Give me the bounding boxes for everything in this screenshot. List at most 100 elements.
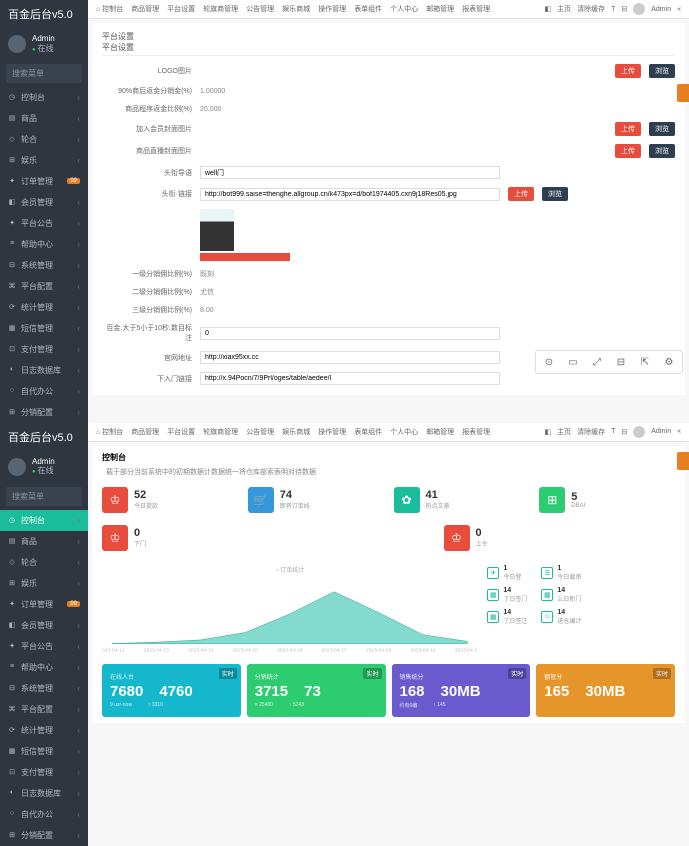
tab-item[interactable]: 个人中心 — [390, 4, 418, 14]
sidebar-item-2[interactable]: ◇轮合 — [0, 552, 88, 573]
value-r3: 20.000 — [200, 106, 675, 113]
nav-search-2[interactable]: 搜索菜单 — [6, 487, 82, 506]
tab-item[interactable]: 平台设置 — [167, 4, 195, 14]
tab-item[interactable]: ⌂ 控制台 — [96, 427, 123, 437]
tab-item[interactable]: 表单组件 — [354, 4, 382, 14]
tab-item[interactable]: 轮旗商管理 — [203, 427, 238, 437]
preview-button[interactable]: 浏览 — [649, 64, 675, 78]
float-action-icon[interactable]: ⚙ — [662, 355, 676, 369]
sidebar-item-13[interactable]: ◐日志数据库 — [0, 360, 88, 381]
preview-button-3[interactable]: 浏览 — [649, 144, 675, 158]
sidebar-item-1[interactable]: ▤商品 — [0, 531, 88, 552]
sidebar-item-5[interactable]: ◧会员管理 — [0, 615, 88, 636]
tab-item[interactable]: 公告管理 — [246, 4, 274, 14]
topbar-avatar-2[interactable] — [633, 426, 645, 438]
float-action-icon[interactable]: ▭ — [566, 355, 580, 369]
tab-item[interactable]: 报表管理 — [462, 427, 490, 437]
sidebar-item-7[interactable]: ≡帮助中心 — [0, 234, 88, 255]
tb-user[interactable]: Admin — [651, 6, 671, 13]
sidebar-item-14[interactable]: ○自代办公 — [0, 381, 88, 402]
sidebar-item-9[interactable]: ⌘平台配置 — [0, 699, 88, 720]
nav-label: 轮合 — [21, 134, 37, 145]
sidebar-item-2[interactable]: ◇ 轮合 — [0, 129, 88, 150]
float-action-icon[interactable]: ⤢ — [590, 355, 604, 369]
sidebar-item-12[interactable]: ⊡支付管理 — [0, 762, 88, 783]
tb-flag-icon-2[interactable]: ⊟ — [621, 428, 627, 436]
stat-label: 上令 — [476, 539, 488, 548]
sidebar-item-6[interactable]: ✦平台公告 — [0, 213, 88, 234]
tb-flag-icon[interactable]: ⊟ — [621, 5, 627, 13]
input-r11[interactable] — [200, 327, 500, 340]
nav-icon: ◇ — [8, 135, 16, 143]
chevron-icon — [77, 537, 80, 546]
sidebar-item-13[interactable]: ◐日志数据库 — [0, 783, 88, 804]
upload-button-3[interactable]: 上传 — [615, 144, 641, 158]
sidebar-item-15[interactable]: ⊞分销配置 — [0, 402, 88, 423]
tab-item[interactable]: 轮旗商管理 — [203, 4, 238, 14]
nav-search[interactable]: 搜索菜单 — [6, 64, 82, 83]
sidebar-item-12[interactable]: ⊡支付管理 — [0, 339, 88, 360]
tab-item[interactable]: 平台设置 — [167, 427, 195, 437]
sidebar-item-6[interactable]: ✦平台公告 — [0, 636, 88, 657]
tab-item[interactable]: 操作管理 — [318, 4, 346, 14]
input-r6[interactable] — [200, 166, 500, 179]
float-action-icon[interactable]: ⇱ — [638, 355, 652, 369]
sidebar-item-11[interactable]: ▦短信管理 — [0, 318, 88, 339]
float-action-icon[interactable]: ⊟ — [614, 355, 628, 369]
upload-button-2[interactable]: 上传 — [615, 122, 641, 136]
sidebar-item-1[interactable]: ▤商品 — [0, 108, 88, 129]
tab-item[interactable]: 娱乐商城 — [282, 427, 310, 437]
tab-item[interactable]: 娱乐商城 — [282, 4, 310, 14]
upload-button-4[interactable]: 上传 — [508, 187, 534, 201]
tab-item[interactable]: 报表管理 — [462, 4, 490, 14]
tb-icon-2[interactable]: ◧ — [544, 428, 551, 436]
upload-button[interactable]: 上传 — [615, 64, 641, 78]
tab-item[interactable]: 商品管理 — [131, 4, 159, 14]
confirm-button[interactable] — [200, 253, 290, 261]
sidebar-item-5[interactable]: ◧会员管理 — [0, 192, 88, 213]
tb-clear-2[interactable]: 清除缓存 — [577, 427, 605, 437]
input-r7[interactable] — [200, 188, 500, 201]
sidebar-item-3[interactable]: ⊞娱乐 — [0, 150, 88, 171]
tb-home[interactable]: 主页 — [557, 4, 571, 14]
tb-home-2[interactable]: 主页 — [557, 427, 571, 437]
tab-item[interactable]: 商品管理 — [131, 427, 159, 437]
float-action-icon[interactable]: ⊙ — [542, 355, 556, 369]
tab-item[interactable]: 公告管理 — [246, 427, 274, 437]
input-r12[interactable] — [200, 351, 500, 364]
tb-t-icon-2[interactable]: T — [611, 428, 615, 435]
edge-tab-icon-2[interactable] — [677, 452, 689, 470]
sidebar-item-4[interactable]: ✦订单管理99 — [0, 171, 88, 192]
tab-item[interactable]: ⌂ 控制台 — [96, 4, 123, 14]
preview-button-2[interactable]: 浏览 — [649, 122, 675, 136]
tb-user-2[interactable]: Admin — [651, 428, 671, 435]
preview-button-4[interactable]: 浏览 — [542, 187, 568, 201]
sidebar-item-9[interactable]: ⌘平台配置 — [0, 276, 88, 297]
sidebar-item-10[interactable]: ⟳统计管理 — [0, 297, 88, 318]
tb-icon[interactable]: ◧ — [544, 5, 551, 13]
input-r13[interactable] — [200, 372, 500, 385]
nav-icon: ⌘ — [8, 705, 16, 713]
sidebar-item-8[interactable]: ⊟系统管理 — [0, 255, 88, 276]
sidebar-item-4[interactable]: ✦订单管理99 — [0, 594, 88, 615]
sidebar-item-3[interactable]: ⊞娱乐 — [0, 573, 88, 594]
sidebar-item-10[interactable]: ⟳统计管理 — [0, 720, 88, 741]
sidebar-item-7[interactable]: ≡帮助中心 — [0, 657, 88, 678]
tab-item[interactable]: 表单组件 — [354, 427, 382, 437]
tab-item[interactable]: 邮箱管理 — [426, 427, 454, 437]
sidebar-item-0[interactable]: ◷控制台 — [0, 87, 88, 108]
sidebar-item-15[interactable]: ⊞分销配置 — [0, 825, 88, 846]
tb-more-icon[interactable]: « — [677, 6, 681, 13]
tb-t-icon[interactable]: T — [611, 6, 615, 13]
tab-item[interactable]: 邮箱管理 — [426, 4, 454, 14]
topbar-avatar[interactable] — [633, 3, 645, 15]
tb-more-icon-2[interactable]: « — [677, 428, 681, 435]
sidebar-item-11[interactable]: ▦短信管理 — [0, 741, 88, 762]
sidebar-item-8[interactable]: ⊟系统管理 — [0, 678, 88, 699]
sidebar-item-0[interactable]: ◷控制台 — [0, 510, 88, 531]
edge-tab-icon[interactable] — [677, 84, 689, 102]
tb-clear[interactable]: 清除缓存 — [577, 4, 605, 14]
tab-item[interactable]: 操作管理 — [318, 427, 346, 437]
tab-item[interactable]: 个人中心 — [390, 427, 418, 437]
sidebar-item-14[interactable]: ○自代办公 — [0, 804, 88, 825]
